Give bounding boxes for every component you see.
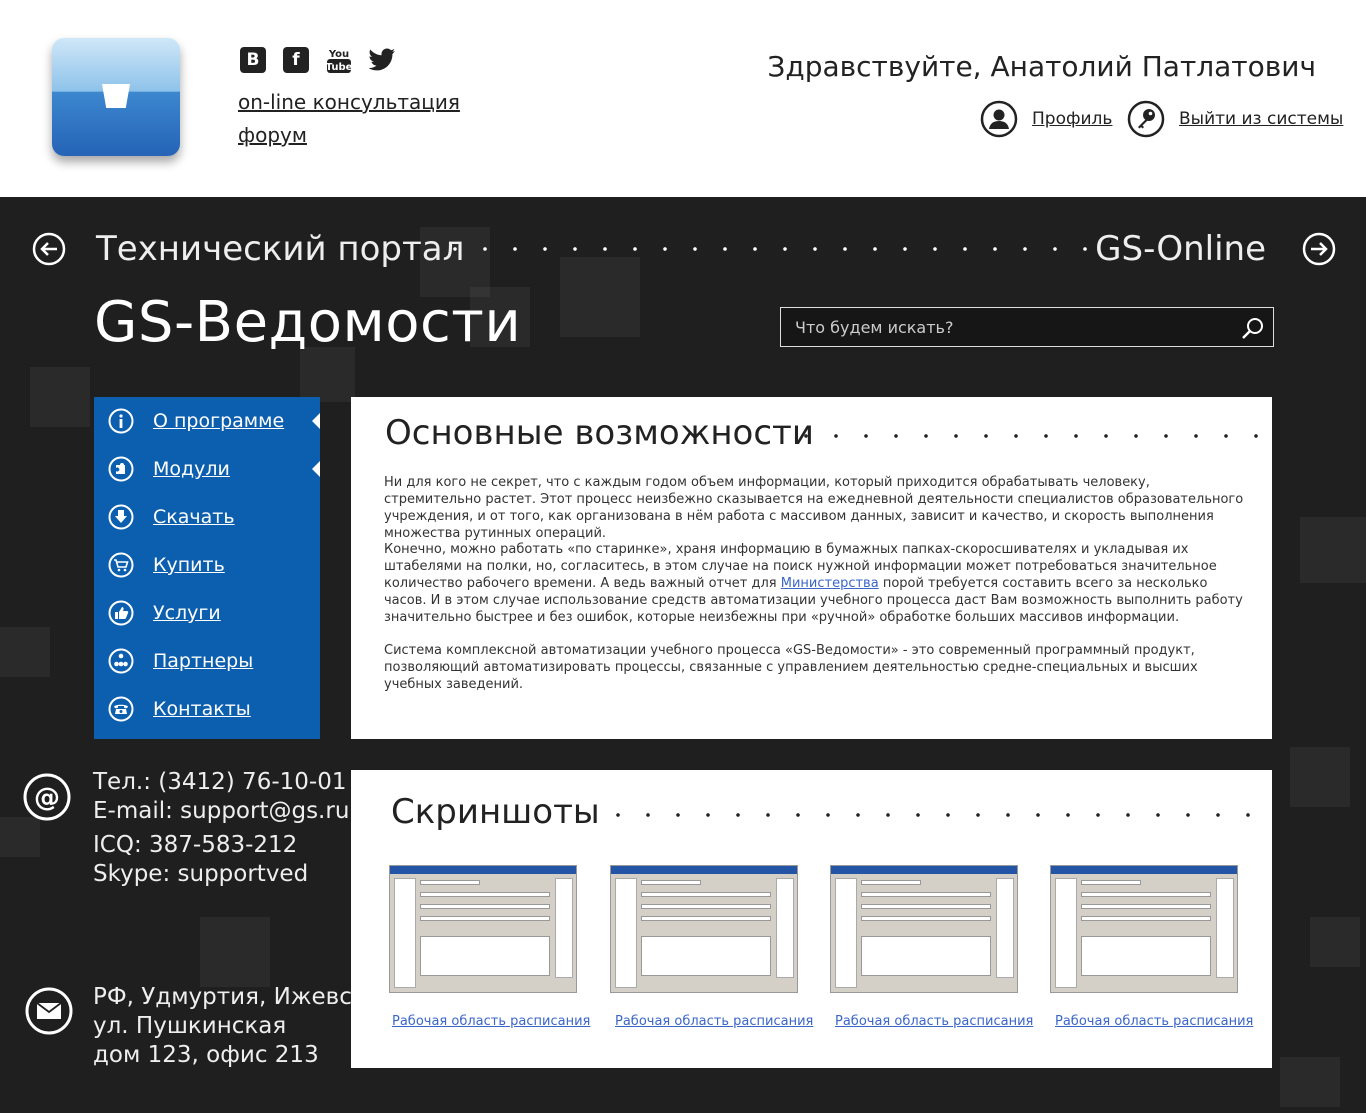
- cart-icon: [108, 552, 134, 578]
- logo-cup-icon: [102, 84, 130, 108]
- screenshot-caption[interactable]: Рабочая область расписания: [835, 1014, 1035, 1029]
- menu-item-partners[interactable]: Партнеры: [94, 637, 320, 685]
- user-greeting: Здравствуйте, Анатолий Патлатович: [767, 50, 1316, 83]
- twitter-icon[interactable]: [367, 45, 397, 75]
- screenshot-thumbnail[interactable]: [1050, 865, 1238, 993]
- screenshot-caption[interactable]: Рабочая область расписания: [392, 1014, 592, 1029]
- svg-text:Tube: Tube: [326, 62, 352, 73]
- menu-label-about[interactable]: О программе: [153, 410, 284, 432]
- menu-item-about[interactable]: О программе: [94, 397, 320, 445]
- nav-divider: [440, 246, 1100, 252]
- forward-arrow-icon[interactable]: [1302, 232, 1336, 266]
- thumbs-up-icon: [108, 600, 134, 626]
- at-sign-icon: @: [23, 773, 71, 821]
- site-logo[interactable]: [52, 38, 180, 156]
- search-icon[interactable]: [1241, 316, 1265, 340]
- vkontakte-icon[interactable]: B: [238, 45, 268, 75]
- screenshot-thumbnail[interactable]: [389, 865, 577, 993]
- menu-item-modules[interactable]: Модули: [94, 445, 320, 493]
- menu-item-buy[interactable]: Купить: [94, 541, 320, 589]
- youtube-icon[interactable]: You Tube: [324, 45, 354, 75]
- key-icon: [1127, 100, 1165, 138]
- page-title: GS-Ведомости: [94, 290, 522, 355]
- profile-link[interactable]: Профиль: [1032, 109, 1112, 129]
- logout-link[interactable]: Выйти из системы: [1179, 109, 1343, 129]
- features-paragraph-1: Ни для кого не секрет, что с каждым годо…: [384, 475, 1244, 541]
- svg-text:@: @: [34, 783, 60, 813]
- forum-link[interactable]: форум: [238, 123, 307, 147]
- profile-button[interactable]: Профиль: [980, 100, 1112, 138]
- download-icon: [108, 504, 134, 530]
- menu-label-partners[interactable]: Партнеры: [153, 650, 253, 672]
- address-line-3: дом 123, офис 213: [93, 1042, 319, 1068]
- network-icon: [108, 648, 134, 674]
- puzzle-icon: [108, 456, 134, 482]
- contact-phone: Тел.: (3412) 76-10-01: [93, 769, 347, 795]
- back-arrow-icon[interactable]: [32, 232, 66, 266]
- facebook-icon[interactable]: f: [281, 45, 311, 75]
- screenshot-caption[interactable]: Рабочая область расписания: [615, 1014, 815, 1029]
- menu-item-download[interactable]: Скачать: [94, 493, 320, 541]
- envelope-icon: [25, 987, 73, 1035]
- phone-icon: [108, 696, 134, 722]
- active-indicator: [312, 413, 320, 429]
- address-line-2: ул. Пушкинская: [93, 1013, 287, 1039]
- logout-button[interactable]: Выйти из системы: [1127, 100, 1343, 138]
- features-paragraph-2: Конечно, можно работать «по старинке», х…: [384, 542, 1243, 625]
- screenshot-thumbnail[interactable]: [830, 865, 1018, 993]
- menu-label-contacts[interactable]: Контакты: [153, 698, 251, 720]
- menu-label-services[interactable]: Услуги: [153, 602, 221, 624]
- features-panel: Основные возможности Ни для кого не секр…: [351, 397, 1272, 739]
- menu-label-download[interactable]: Скачать: [153, 506, 235, 528]
- screenshots-title: Скриншоты: [391, 792, 600, 832]
- screenshots-divider: [603, 812, 1271, 818]
- menu-item-contacts[interactable]: Контакты: [94, 685, 320, 733]
- menu-label-buy[interactable]: Купить: [153, 554, 225, 576]
- user-icon: [980, 100, 1018, 138]
- screenshot-caption[interactable]: Рабочая область расписания: [1055, 1014, 1255, 1029]
- contact-skype: Skype: supportved: [93, 861, 309, 887]
- contact-icq: ICQ: 387-583-212: [93, 832, 298, 858]
- info-icon: [108, 408, 134, 434]
- gs-online-title[interactable]: GS-Online: [1095, 229, 1266, 269]
- features-divider: [791, 433, 1271, 439]
- contact-email[interactable]: E-mail: support@gs.ru: [93, 797, 349, 826]
- features-title: Основные возможности: [385, 413, 814, 453]
- site-header: B f You Tube on-line консультация форум З…: [0, 0, 1366, 197]
- svg-text:You: You: [328, 49, 349, 60]
- menu-item-services[interactable]: Услуги: [94, 589, 320, 637]
- ministry-link[interactable]: Министерства: [781, 576, 879, 591]
- screenshot-thumbnail[interactable]: [610, 865, 798, 993]
- search-box: [780, 307, 1274, 347]
- social-links: B f You Tube: [238, 45, 397, 75]
- address-line-1: РФ, Удмуртия, Ижевск: [93, 984, 366, 1010]
- features-paragraph-3: Система комплексной автоматизации учебно…: [384, 643, 1198, 692]
- menu-label-modules[interactable]: Модули: [153, 458, 230, 480]
- online-consult-link[interactable]: on-line консультация: [238, 90, 460, 114]
- portal-title[interactable]: Технический портал: [96, 229, 464, 269]
- submenu-indicator: [312, 461, 320, 477]
- side-menu: О программе Модули Скачать Купить Услуги…: [94, 397, 320, 739]
- screenshots-panel: Скриншоты Рабочая область расписания Раб…: [351, 770, 1272, 1068]
- search-input[interactable]: [781, 308, 1221, 346]
